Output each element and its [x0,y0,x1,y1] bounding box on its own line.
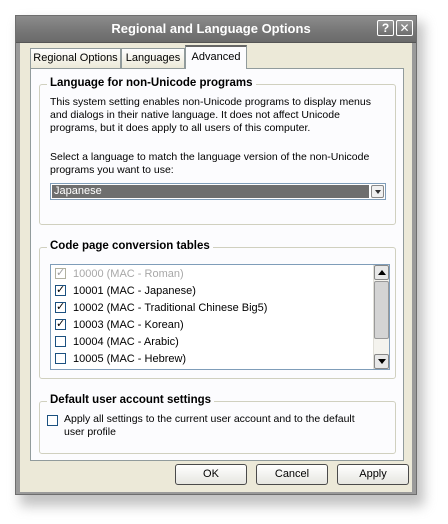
code-page-label: 10004 (MAC - Arabic) [73,336,179,348]
advanced-tab-panel: Language for non-Unicode programs This s… [30,68,404,461]
non-unicode-description: This system setting enables non-Unicode … [50,96,371,135]
apply-default-user-label-line: user profile [64,426,116,438]
tab-advanced[interactable]: Advanced [185,45,247,69]
cancel-button[interactable]: Cancel [256,464,328,485]
apply-default-user-checkbox[interactable] [47,415,58,426]
code-page-checkbox[interactable] [55,283,66,297]
code-page-list[interactable]: 10000 (MAC - Roman) 10001 (MAC - Japanes… [50,264,390,370]
list-scrollbar[interactable] [373,265,389,369]
language-select-value: Japanese [52,185,369,198]
code-page-heading: Code page conversion tables [47,240,213,252]
language-select[interactable]: Japanese [50,183,386,200]
select-language-instructions: Select a language to match the language … [50,151,369,177]
tab-languages-label: Languages [125,52,181,64]
ok-button[interactable]: OK [175,464,247,485]
scroll-up-icon[interactable] [374,265,389,280]
code-page-checkbox[interactable] [55,353,66,364]
apply-default-user-label-line: Apply all settings to the current user a… [64,413,355,425]
code-page-label: 10005 (MAC - Hebrew) [73,353,187,365]
non-unicode-description-line: and dialogs in their native language. It… [50,109,340,121]
tab-regional-options-label: Regional Options [33,52,118,64]
code-page-group: Code page conversion tables 10000 (MAC -… [39,240,396,379]
code-page-checkbox[interactable] [55,266,66,280]
dialog-window: Regional and Language Options ? ✕ Region… [15,15,417,495]
scroll-thumb[interactable] [374,281,389,339]
select-language-instructions-line: Select a language to match the language … [50,151,370,163]
code-page-label: 10001 (MAC - Japanese) [73,285,196,297]
non-unicode-description-line: programs, but it does apply to all users… [50,122,311,134]
window-title: Regional and Language Options [111,21,311,36]
code-page-checkbox[interactable] [55,300,66,314]
close-button[interactable]: ✕ [396,20,413,36]
code-page-label: 10002 (MAC - Traditional Chinese Big5) [73,302,268,314]
title-bar[interactable]: Regional and Language Options ? ✕ [16,16,416,43]
apply-default-user-label: Apply all settings to the current user a… [64,413,355,439]
help-button[interactable]: ? [377,20,394,36]
chevron-down-icon[interactable] [371,185,384,198]
code-page-checkbox[interactable] [55,317,66,331]
non-unicode-group: Language for non-Unicode programs This s… [39,77,396,225]
dialog-client-area: Regional Options Languages Advanced Lang… [20,43,412,492]
non-unicode-heading: Language for non-Unicode programs [47,77,256,89]
scroll-down-icon[interactable] [374,354,389,369]
default-user-heading: Default user account settings [47,394,215,406]
apply-button[interactable]: Apply [337,464,409,485]
tab-languages[interactable]: Languages [121,48,185,68]
non-unicode-description-line: This system setting enables non-Unicode … [50,96,371,108]
code-page-checkbox[interactable] [55,336,66,347]
tab-regional-options[interactable]: Regional Options [30,48,121,68]
tab-advanced-label: Advanced [191,51,241,63]
code-page-label: 10000 (MAC - Roman) [73,268,184,280]
code-page-label: 10003 (MAC - Korean) [73,319,184,331]
select-language-instructions-line: programs you want to use: [50,164,174,176]
default-user-group: Default user account settings Apply all … [39,394,396,454]
